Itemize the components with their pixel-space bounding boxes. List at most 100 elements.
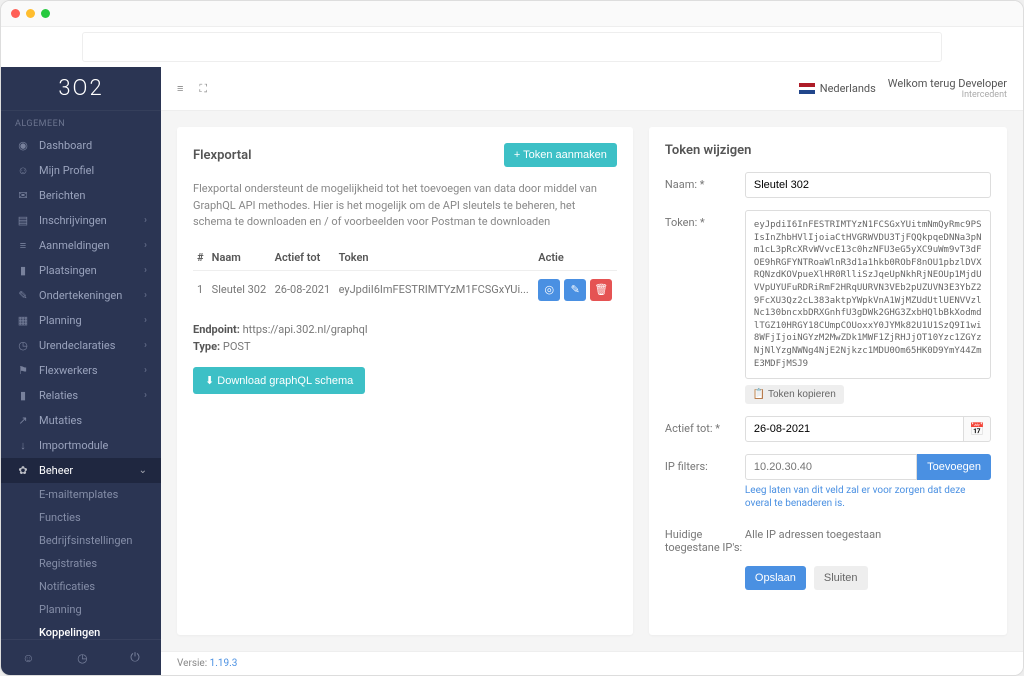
sidebar-item-mutaties[interactable]: ↗Mutaties: [1, 408, 161, 433]
sidebar-icon: ↓: [15, 439, 31, 452]
fullscreen-icon[interactable]: ⛶: [199, 82, 207, 96]
sidebar-item-label: Beheer: [39, 464, 73, 477]
sidebar-item-urendeclaraties[interactable]: ◷Urendeclaraties›: [1, 333, 161, 358]
endpoint-row: Endpoint: https://api.302.nl/graphql: [193, 323, 617, 336]
add-ip-button[interactable]: Toevoegen: [917, 454, 991, 480]
token-value: eyJpdiI6InFESTRIMTYzN1FCSGxYUitmNmQyRmc9…: [745, 210, 991, 379]
sidebar-sub-registraties[interactable]: Registraties: [1, 552, 161, 575]
sidebar-icon: ✉: [15, 189, 31, 202]
ip-hint: Leeg laten van dit veld zal er voor zorg…: [745, 484, 991, 510]
sidebar-item-mijn-profiel[interactable]: ☺ Mijn Profiel: [1, 158, 161, 183]
create-token-button[interactable]: + Token aanmaken: [504, 143, 617, 167]
sidebar-icon: ▮: [15, 389, 31, 402]
sidebar-item-ondertekeningen[interactable]: ✎Ondertekeningen›: [1, 283, 161, 308]
language-label: Nederlands: [820, 82, 876, 95]
power-icon[interactable]: ⏻: [130, 650, 140, 665]
sidebar-icon: ▤: [15, 214, 31, 227]
sidebar-item-inschrijvingen[interactable]: ▤Inschrijvingen›: [1, 208, 161, 233]
chevron-right-icon: ›: [144, 365, 147, 376]
chevron-right-icon: ›: [144, 265, 147, 276]
sidebar-item-dashboard[interactable]: ◉Dashboard: [1, 133, 161, 158]
version-link[interactable]: 1.19.3: [210, 658, 238, 669]
actief-label: Actief tot: *: [665, 416, 745, 435]
address-area: [1, 27, 1023, 67]
sidebar-icon: ▮: [15, 264, 31, 277]
chevron-right-icon: ›: [144, 390, 147, 401]
copy-token-button[interactable]: 📋 Token kopieren: [745, 385, 844, 404]
col-num: #: [193, 245, 208, 271]
version-label: Versie:: [177, 658, 207, 669]
actief-date-input[interactable]: [745, 416, 964, 442]
endpoint-label: Endpoint:: [193, 323, 240, 336]
sidebar-item-planning[interactable]: ▦ Planning ›: [1, 308, 161, 333]
sidebar-item-beheer[interactable]: ✿Beheer⌄: [1, 458, 161, 483]
welcome-text: Welkom terug Developer Intercedent: [888, 77, 1007, 101]
delete-token-button[interactable]: 🗑: [590, 279, 612, 301]
panel-token-edit: Token wijzigen Naam: * Token: * eyJpdiI6…: [649, 127, 1007, 635]
browser-titlebar: [1, 1, 1023, 27]
cell-naam: Sleutel 302: [208, 270, 271, 309]
chevron-right-icon: ›: [144, 315, 147, 326]
type-label: Type:: [193, 340, 220, 353]
logo: 3O2: [1, 67, 161, 111]
table-row: 1Sleutel 30226-08-2021eyJpdiI6ImFESTRIMT…: [193, 270, 617, 309]
chevron-right-icon: ›: [144, 290, 147, 301]
sidebar-sub-planning[interactable]: Planning: [1, 598, 161, 621]
ip-input[interactable]: [745, 454, 917, 480]
sidebar-item-label: Ondertekeningen: [39, 289, 122, 302]
window-maximize[interactable]: [41, 9, 50, 18]
chevron-right-icon: ›: [144, 240, 147, 251]
user-icon[interactable]: ☺: [22, 651, 34, 665]
welcome-role: Intercedent: [888, 90, 1007, 101]
sidebar-item-label: Relaties: [39, 389, 78, 402]
sidebar-item-aanmeldingen[interactable]: ≡ Aanmeldingen ›: [1, 233, 161, 258]
sidebar-icon: ▦: [15, 314, 31, 327]
window-close[interactable]: [11, 9, 20, 18]
type-row: Type: POST: [193, 340, 617, 353]
close-button[interactable]: Sluiten: [814, 566, 868, 590]
sidebar-sub-bedrijfsinstellingen[interactable]: Bedrijfsinstellingen: [1, 529, 161, 552]
version-bar: Versie: 1.19.3: [161, 651, 1023, 675]
sidebar-sub-functies[interactable]: Functies: [1, 506, 161, 529]
save-button[interactable]: Opslaan: [745, 566, 806, 590]
naam-input[interactable]: [745, 172, 991, 198]
sidebar-item-label: Flexwerkers: [39, 364, 98, 377]
sidebar-item-label: Aanmeldingen: [39, 239, 109, 252]
allowed-ip-value: Alle IP adressen toegestaan: [745, 522, 991, 541]
menu-toggle-icon[interactable]: ≡: [177, 82, 183, 96]
window-minimize[interactable]: [26, 9, 35, 18]
col-naam: Naam: [208, 245, 271, 271]
sidebar-icon: ◉: [15, 139, 31, 152]
naam-label: Naam: *: [665, 172, 745, 191]
col-actief: Actief tot: [271, 245, 335, 271]
sidebar-sub-notificaties[interactable]: Notificaties: [1, 575, 161, 598]
sidebar-item-plaatsingen[interactable]: ▮Plaatsingen›: [1, 258, 161, 283]
sidebar-item-relaties[interactable]: ▮ Relaties ›: [1, 383, 161, 408]
sidebar-item-label: Planning: [39, 314, 82, 327]
sidebar-footer: ☺ ◷ ⏻: [1, 639, 161, 675]
sidebar-item-label: Mijn Profiel: [39, 164, 94, 177]
sidebar-icon: ↗: [15, 414, 31, 427]
sidebar-icon: ☺: [15, 164, 31, 177]
sidebar-icon: ≡: [15, 239, 31, 252]
sidebar-icon: ✿: [15, 464, 31, 477]
sidebar-item-importmodule[interactable]: ↓Importmodule: [1, 433, 161, 458]
download-schema-button[interactable]: ⬇ Download graphQL schema: [193, 367, 365, 394]
calendar-icon[interactable]: 📅: [964, 416, 991, 442]
chevron-right-icon: ›: [144, 215, 147, 226]
tokens-table: # Naam Actief tot Token Actie 1Sleutel 3…: [193, 245, 617, 309]
chevron-right-icon: ›: [144, 340, 147, 351]
sidebar-section: ALGEMEEN: [1, 111, 161, 133]
language-selector[interactable]: Nederlands: [799, 82, 876, 95]
edit-token-button[interactable]: ✎: [564, 279, 586, 301]
endpoint-value: https://api.302.nl/graphql: [243, 323, 368, 336]
view-token-button[interactable]: ◎: [538, 279, 560, 301]
sidebar-item-flexwerkers[interactable]: ⚑Flexwerkers›: [1, 358, 161, 383]
token-label: Token: *: [665, 210, 745, 229]
address-bar[interactable]: [82, 32, 942, 62]
gauge-icon[interactable]: ◷: [77, 651, 87, 665]
sidebar-item-berichten[interactable]: ✉Berichten: [1, 183, 161, 208]
sidebar-sub-koppelingen[interactable]: Koppelingen: [1, 621, 161, 639]
type-value: POST: [223, 340, 251, 353]
sidebar-sub-e-mailtemplates[interactable]: E-mailtemplates: [1, 483, 161, 506]
